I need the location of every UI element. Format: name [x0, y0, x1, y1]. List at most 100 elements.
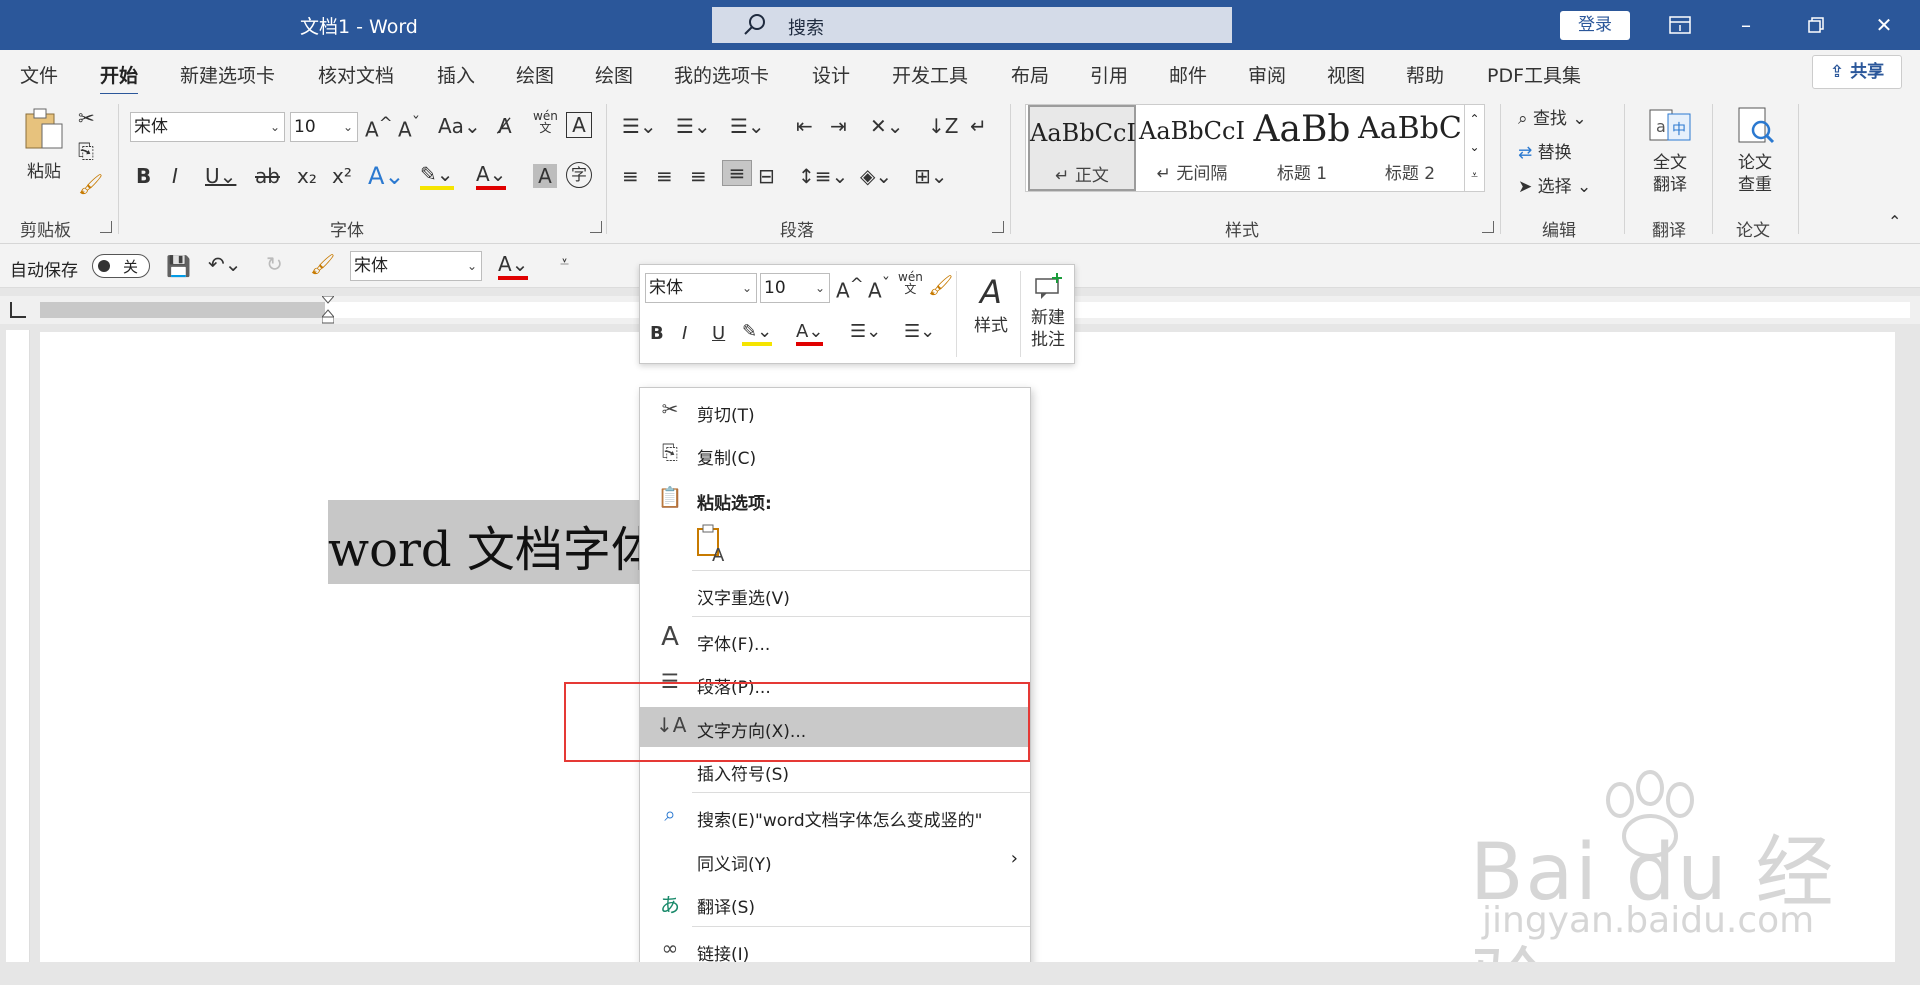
- menu-item-translate[interactable]: あ 翻译(S): [640, 883, 1030, 923]
- subscript-icon[interactable]: x₂: [297, 164, 317, 188]
- multilevel-list-icon[interactable]: ☰⌄: [730, 114, 765, 138]
- shrink-font-icon[interactable]: Aˇ: [868, 275, 890, 303]
- font-color-icon[interactable]: A⌄: [498, 252, 529, 280]
- redo-icon[interactable]: ↻: [266, 252, 283, 276]
- customize-qat-icon[interactable]: ⩡: [560, 252, 569, 272]
- bold-icon[interactable]: B: [650, 323, 664, 344]
- show-marks-icon[interactable]: ↵: [970, 114, 987, 138]
- save-icon[interactable]: 💾: [166, 254, 191, 278]
- find-button[interactable]: ⌕ 查找 ⌄: [1518, 104, 1587, 129]
- tab-references[interactable]: 引用: [1090, 61, 1128, 88]
- paragraph-launcher-icon[interactable]: [992, 221, 1004, 233]
- font-launcher-icon[interactable]: [590, 221, 602, 233]
- menu-item-text-direction[interactable]: ↓A 文字方向(X)...: [640, 707, 1030, 747]
- tab-draw-2[interactable]: 绘图: [595, 61, 633, 88]
- vertical-ruler[interactable]: [6, 330, 30, 985]
- indent-marker[interactable]: [320, 295, 336, 324]
- full-translate-button[interactable]: a中 全文 翻译: [1645, 106, 1695, 196]
- new-comment-button[interactable]: 新建 批注: [1024, 273, 1072, 351]
- font-size-combo[interactable]: 10 ⌄: [290, 112, 358, 142]
- paste-keep-text-only-icon[interactable]: A: [694, 523, 730, 566]
- chevron-up-icon[interactable]: ⌃: [1465, 105, 1484, 133]
- chevron-down-icon[interactable]: ⌄: [1465, 133, 1484, 161]
- style-no-spacing[interactable]: AaBbCcI ↵ 无间隔: [1138, 105, 1246, 191]
- collapse-ribbon-icon[interactable]: ⌃: [1888, 212, 1901, 231]
- strikethrough-icon[interactable]: ab: [255, 164, 280, 188]
- minimize-icon[interactable]: –: [1718, 6, 1774, 44]
- shading-icon[interactable]: ◈⌄: [860, 164, 892, 188]
- shrink-font-icon[interactable]: Aˇ: [398, 114, 420, 142]
- styles-launcher-icon[interactable]: [1482, 221, 1494, 233]
- bullets-icon[interactable]: ☰⌄: [622, 114, 657, 138]
- style-heading-1[interactable]: AaBb 标题 1: [1248, 105, 1356, 191]
- numbering-icon[interactable]: ☰⌄: [904, 321, 935, 342]
- tab-layout[interactable]: 布局: [1011, 61, 1049, 88]
- clipboard-launcher-icon[interactable]: [100, 221, 112, 233]
- bold-icon[interactable]: B: [136, 164, 151, 188]
- decrease-indent-icon[interactable]: ⇤: [796, 114, 813, 138]
- bullets-icon[interactable]: ☰⌄: [850, 321, 881, 342]
- grow-font-icon[interactable]: A^: [365, 114, 393, 142]
- paste-button[interactable]: 粘贴: [20, 106, 68, 182]
- ribbon-display-options-icon[interactable]: [1652, 6, 1708, 44]
- tab-developer[interactable]: 开发工具: [892, 61, 968, 88]
- tab-view[interactable]: 视图: [1327, 61, 1365, 88]
- phonetic-guide-icon[interactable]: wén 文: [533, 110, 558, 134]
- menu-item-paragraph[interactable]: ☰ 段落(P)...: [640, 663, 1030, 703]
- cut-icon[interactable]: ✂: [78, 106, 95, 130]
- highlight-color-icon[interactable]: ✎⌄: [420, 162, 454, 190]
- qat-font-combo[interactable]: 宋体 ⌄: [350, 251, 482, 281]
- tab-mailings[interactable]: 邮件: [1169, 61, 1207, 88]
- distributed-icon[interactable]: ⊟: [758, 164, 775, 188]
- grow-font-icon[interactable]: A^: [836, 275, 864, 303]
- borders-icon[interactable]: ⊞⌄: [914, 164, 948, 188]
- font-color-icon[interactable]: A⌄: [476, 162, 507, 190]
- gallery-more-icon[interactable]: ⩡: [1465, 161, 1484, 189]
- menu-item-synonyms[interactable]: 同义词(Y) ›: [640, 840, 1030, 880]
- numbering-icon[interactable]: ☰⌄: [676, 114, 711, 138]
- underline-icon[interactable]: U⌄: [205, 164, 236, 188]
- char-border-icon[interactable]: A: [566, 112, 592, 138]
- tab-design[interactable]: 设计: [812, 61, 850, 88]
- menu-item-hanzi-reselect[interactable]: 汉字重选(V): [640, 574, 1030, 614]
- enclose-char-icon[interactable]: 字: [566, 162, 592, 188]
- selected-document-text[interactable]: word 文档字体怎么变成竖的: [328, 500, 650, 584]
- underline-icon[interactable]: U: [712, 323, 725, 344]
- tab-new[interactable]: 新建选项卡: [180, 61, 275, 88]
- mini-styles-button[interactable]: A 样式: [966, 273, 1016, 336]
- highlight-color-icon[interactable]: ✎⌄: [742, 321, 773, 346]
- align-right-icon[interactable]: ≡: [690, 164, 707, 188]
- increase-indent-icon[interactable]: ⇥: [830, 114, 847, 138]
- menu-item-search[interactable]: ⌕ 搜索(E)"word文档字体怎么变成竖的": [640, 796, 1030, 836]
- close-icon[interactable]: ✕: [1856, 6, 1912, 44]
- tab-home[interactable]: 开始: [100, 61, 139, 96]
- format-painter-icon[interactable]: 🖌: [310, 252, 335, 276]
- replace-button[interactable]: ⇄ 替换: [1518, 138, 1572, 163]
- format-painter-icon[interactable]: 🖌: [928, 273, 953, 297]
- tab-file[interactable]: 文件: [20, 61, 58, 88]
- mini-font-combo[interactable]: 宋体 ⌄: [645, 273, 757, 303]
- gallery-scroll[interactable]: ⌃ ⌄ ⩡: [1464, 105, 1484, 191]
- select-button[interactable]: ➤ 选择 ⌄: [1518, 172, 1591, 197]
- menu-item-cut[interactable]: ✂ 剪切(T): [640, 391, 1030, 431]
- mini-size-combo[interactable]: 10 ⌄: [760, 273, 830, 303]
- sort-icon[interactable]: ↓Z: [928, 114, 958, 138]
- search-box[interactable]: 搜索: [712, 7, 1232, 43]
- tab-draw-1[interactable]: 绘图: [516, 61, 554, 88]
- text-effects-icon[interactable]: A⌄: [368, 162, 405, 190]
- paper-check-button[interactable]: 论文 查重: [1730, 106, 1780, 196]
- justify-icon[interactable]: ≡: [722, 160, 752, 186]
- style-heading-2[interactable]: AaBbC 标题 2: [1356, 105, 1464, 191]
- chinese-layout-icon[interactable]: ✕⌄: [870, 114, 904, 138]
- align-left-icon[interactable]: ≡: [622, 164, 639, 188]
- style-normal[interactable]: AaBbCcI ↵ 正文: [1028, 105, 1136, 191]
- share-button[interactable]: ⇪ 共享: [1812, 55, 1902, 89]
- tab-insert[interactable]: 插入: [437, 61, 475, 88]
- superscript-icon[interactable]: x²: [332, 164, 352, 188]
- tab-review[interactable]: 审阅: [1248, 61, 1286, 88]
- autosave-toggle[interactable]: 关: [92, 254, 150, 278]
- menu-item-insert-symbol[interactable]: 插入符号(S): [640, 750, 1030, 790]
- font-name-combo[interactable]: 宋体 ⌄: [130, 112, 285, 142]
- line-spacing-icon[interactable]: ↕≡⌄: [798, 164, 848, 188]
- restore-icon[interactable]: [1788, 6, 1844, 44]
